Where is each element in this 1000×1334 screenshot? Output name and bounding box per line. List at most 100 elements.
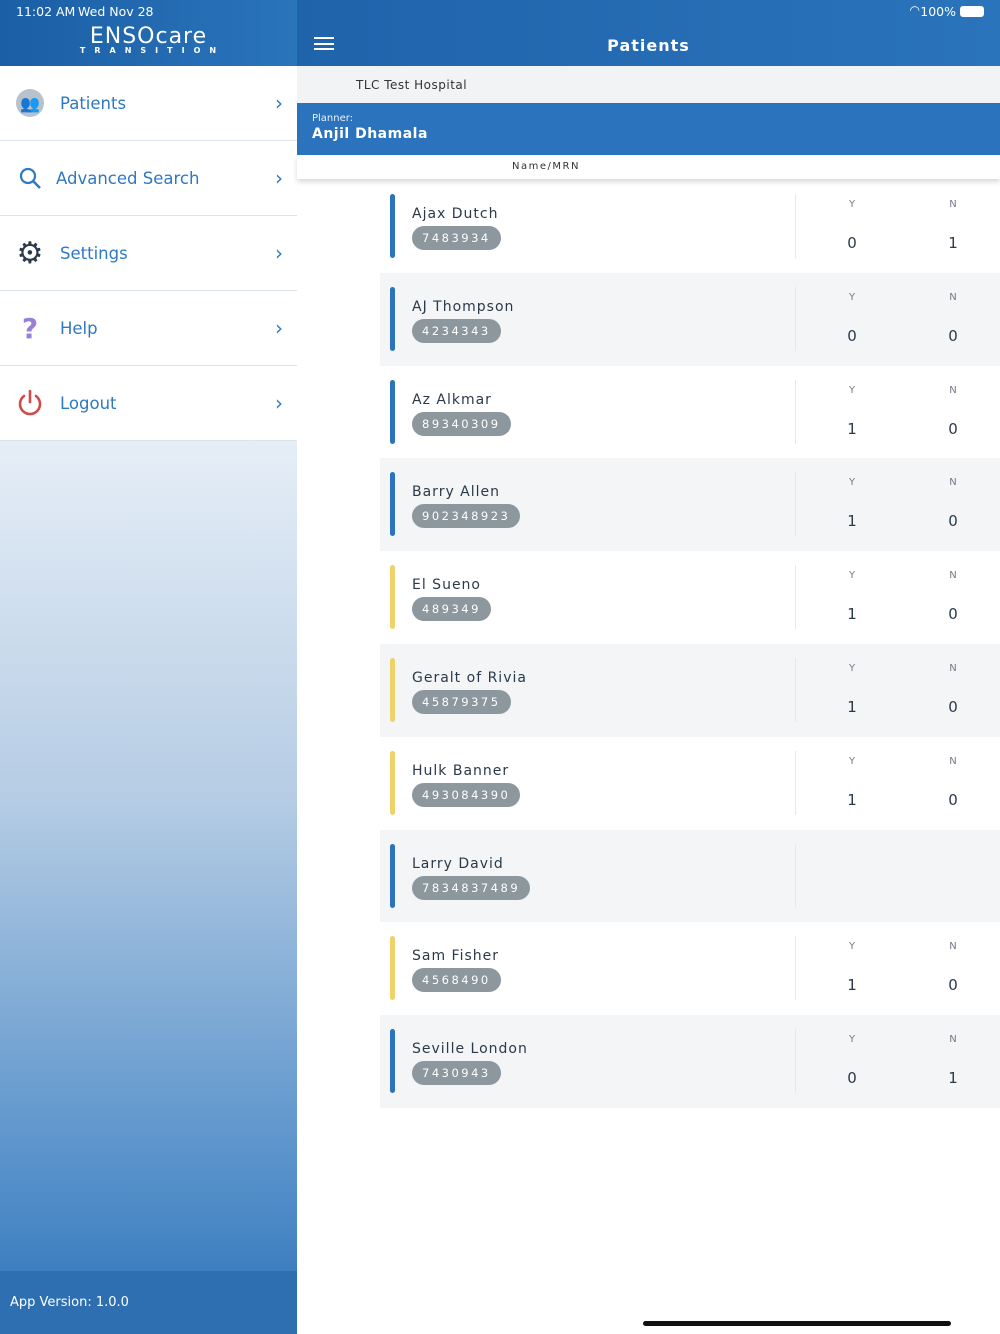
yes-label: Y xyxy=(848,291,856,303)
logo-subtitle: TRANSITION xyxy=(79,46,226,55)
planner-banner[interactable]: Planner: Anjil Dhamala xyxy=(297,103,1000,155)
patient-name: Barry Allen xyxy=(412,484,501,501)
sidebar-item-patients[interactable]: 👥 Patients › xyxy=(0,66,297,141)
divider xyxy=(795,565,796,630)
patient-row[interactable]: Barry Allen 902348923 Y N 1 0 xyxy=(380,458,1000,552)
no-label: N xyxy=(949,941,957,953)
no-label: N xyxy=(949,570,957,582)
sidebar-item-help[interactable]: ? Help › xyxy=(0,291,297,366)
no-label: N xyxy=(949,477,957,489)
status-bar xyxy=(390,936,395,1001)
patient-row[interactable]: Larry David 7834837489 xyxy=(380,829,1000,923)
status-bar xyxy=(390,750,395,815)
sidebar-item-label: Settings xyxy=(60,243,128,263)
yes-count: 1 xyxy=(847,512,857,531)
patient-name: Ajax Dutch xyxy=(412,206,499,222)
no-label: N xyxy=(949,662,957,674)
no-label: N xyxy=(949,384,957,396)
yes-label: Y xyxy=(848,384,856,396)
home-indicator xyxy=(643,1321,951,1326)
yes-label: Y xyxy=(848,477,856,489)
patient-name: El Sueno xyxy=(412,577,481,594)
patient-list: Ajax Dutch 7483934 Y N 0 1 AJ Thompson 4… xyxy=(380,180,1000,1108)
mrn-badge: 45879375 xyxy=(412,689,511,714)
status-bar xyxy=(390,565,395,630)
status-bar xyxy=(390,194,395,258)
sidebar-item-advanced-search[interactable]: Advanced Search › xyxy=(0,141,297,216)
sidebar-item-settings[interactable]: ⚙ Settings › xyxy=(0,216,297,291)
yes-label: Y xyxy=(848,570,856,582)
main-panel: Patients 100% ◠ TLC Test Hospital Planne… xyxy=(297,0,1000,1334)
planner-name: Anjil Dhamala xyxy=(312,126,428,142)
patient-row[interactable]: Az Alkmar 89340309 Y N 1 0 xyxy=(380,366,1000,459)
patients-avatar-icon: 👥 xyxy=(16,89,44,117)
no-count: 0 xyxy=(948,512,958,531)
mrn-badge: 4568490 xyxy=(412,968,501,993)
status-bar xyxy=(390,1029,395,1094)
yes-count: 1 xyxy=(847,976,857,995)
no-count: 1 xyxy=(948,234,958,252)
divider xyxy=(795,843,796,908)
mrn-badge: 7483934 xyxy=(412,226,501,250)
patient-name: Az Alkmar xyxy=(412,391,492,408)
yes-label: Y xyxy=(848,941,856,953)
yes-count: 1 xyxy=(847,697,857,716)
status-bar xyxy=(390,472,395,537)
patient-name: Seville London xyxy=(412,1041,528,1058)
divider xyxy=(795,472,796,537)
mrn-badge: 489349 xyxy=(412,597,491,622)
chevron-right-icon: › xyxy=(275,391,283,415)
patient-row[interactable]: Ajax Dutch 7483934 Y N 0 1 xyxy=(380,180,1000,273)
no-count: 0 xyxy=(948,605,958,624)
search-icon xyxy=(16,164,44,192)
divider xyxy=(795,286,796,351)
patient-name: Hulk Banner xyxy=(412,762,510,779)
yes-count: 1 xyxy=(847,419,857,438)
chevron-right-icon: › xyxy=(275,241,283,265)
status-time: 11:02 AM xyxy=(16,4,76,19)
patient-row[interactable]: El Sueno 489349 Y N 1 0 xyxy=(380,551,1000,644)
no-count: 1 xyxy=(948,1069,958,1088)
divider xyxy=(795,1029,796,1094)
wifi-icon: ◠ xyxy=(909,3,920,17)
status-date: Wed Nov 28 xyxy=(78,4,154,19)
chevron-right-icon: › xyxy=(275,91,283,115)
power-icon xyxy=(16,389,44,417)
divider xyxy=(795,194,796,258)
no-label: N xyxy=(949,199,957,210)
patient-row[interactable]: Seville London 7430943 Y N 0 1 xyxy=(380,1015,1000,1108)
status-bar xyxy=(390,379,395,444)
sidebar-item-label: Patients xyxy=(60,93,127,113)
yes-count: 0 xyxy=(847,234,857,252)
mrn-badge: 902348923 xyxy=(412,504,521,529)
no-label: N xyxy=(949,291,957,303)
yes-count: 0 xyxy=(847,1069,857,1088)
yes-count: 1 xyxy=(847,605,857,624)
chevron-right-icon: › xyxy=(275,316,283,340)
no-count: 0 xyxy=(948,697,958,716)
sidebar-item-label: Help xyxy=(60,318,98,338)
no-count: 0 xyxy=(948,419,958,438)
battery-icon xyxy=(960,6,984,17)
patient-row[interactable]: Sam Fisher 4568490 Y N 1 0 xyxy=(380,922,1000,1015)
gear-icon: ⚙ xyxy=(16,235,44,271)
patient-row[interactable]: Hulk Banner 493084390 Y N 1 0 xyxy=(380,737,1000,830)
column-header-name-mrn[interactable]: Name/MRN xyxy=(297,155,1000,179)
mrn-badge: 493084390 xyxy=(412,782,521,807)
planner-label: Planner: xyxy=(312,113,354,124)
no-count: 0 xyxy=(948,790,958,809)
yes-label: Y xyxy=(848,755,856,767)
sidebar-header: 11:02 AM Wed Nov 28 ENSOcare TRANSITION xyxy=(0,0,297,66)
patient-row[interactable]: AJ Thompson 4234343 Y N 0 0 xyxy=(380,272,1000,366)
sidebar-item-logout[interactable]: Logout › xyxy=(0,366,297,441)
divider xyxy=(795,750,796,815)
mrn-badge: 7430943 xyxy=(412,1061,501,1086)
status-bar xyxy=(390,657,395,722)
question-icon: ? xyxy=(21,311,39,345)
patient-name: Geralt of Rivia xyxy=(412,669,527,686)
divider xyxy=(795,379,796,444)
mrn-badge: 7834837489 xyxy=(412,875,531,900)
patient-row[interactable]: Geralt of Rivia 45879375 Y N 1 0 xyxy=(380,643,1000,737)
divider xyxy=(795,936,796,1001)
patient-name: Larry David xyxy=(412,855,504,872)
